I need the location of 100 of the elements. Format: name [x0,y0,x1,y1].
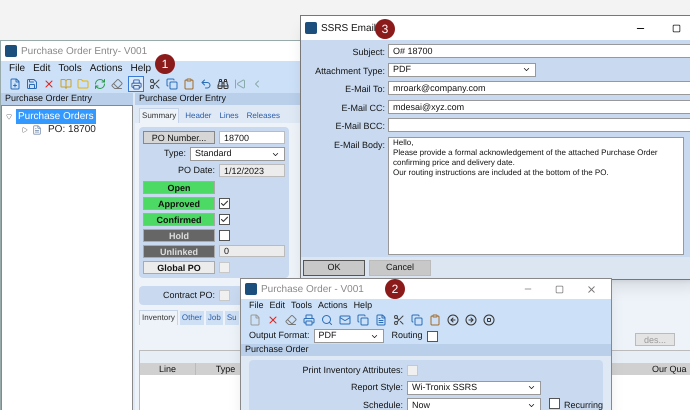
field-label: E-Mail CC: [340,102,385,114]
report-style-dropdown[interactable]: Wi-Tronix SSRS [407,380,541,394]
tree-item[interactable]: PO: 18700 [46,122,98,137]
paste-icon[interactable] [183,78,195,90]
field-label: Attachment Type: [314,64,385,78]
text-field[interactable]: mroark@company.com [388,81,690,95]
field-label: Contract PO: [162,288,215,302]
status-label: Approved [143,196,215,210]
refresh-icon[interactable] [94,78,106,90]
panel-title: Purchase Order [245,343,309,356]
copy-icon[interactable] [411,314,423,326]
caret-icon [522,65,531,74]
preview-icon[interactable] [321,314,333,326]
field-label: Recurring [564,398,604,410]
menu-item[interactable]: File [249,298,264,312]
forward-icon[interactable] [465,314,477,326]
menu-item[interactable]: Tools [58,60,82,76]
report-icon[interactable] [375,314,387,326]
app-logo-icon [245,283,257,295]
checkbox[interactable] [219,214,230,224]
expanded-triangle-icon[interactable] [6,114,12,120]
eraser-icon[interactable] [285,314,297,326]
document-icon[interactable] [249,314,261,326]
eraser-icon[interactable] [111,78,123,90]
tab[interactable]: Releases [244,109,282,123]
attachment-type-dropdown[interactable]: PDF [388,62,536,76]
menu-item[interactable]: Edit [270,298,286,312]
delete-icon[interactable] [267,314,279,326]
status-label: Open [143,180,215,194]
po-number-button[interactable]: PO Number... [143,131,215,144]
text-field[interactable] [388,118,690,132]
field-label: E-Mail BCC: [334,120,385,133]
paste-icon[interactable] [429,314,441,326]
delete-icon[interactable] [43,78,55,90]
field-label: Subject: [351,46,385,59]
email-icon[interactable] [339,314,351,326]
checkbox[interactable] [219,230,230,240]
document-icon [32,124,42,134]
binoculars-icon[interactable] [217,78,229,90]
app-logo-icon [305,22,317,34]
field-label: PO Date: [178,164,215,177]
po-number-field[interactable]: 18700 [219,131,285,144]
back-icon[interactable] [447,314,459,326]
menu-item[interactable]: File [9,60,26,76]
printer-icon[interactable] [303,314,315,326]
checkbox[interactable] [426,330,438,342]
dialog-button[interactable]: Cancel [369,260,431,276]
unlinked-field[interactable]: 0 [219,245,285,257]
window-title: SSRS Email [321,22,378,36]
tab[interactable]: Job [206,311,223,325]
field-label: Schedule: [362,398,403,410]
type-dropdown[interactable]: Standard [190,147,285,161]
field-label: Routing [392,329,423,342]
menu-item[interactable]: Tools [291,298,312,312]
tab[interactable]: Inventory [139,310,178,325]
cut-icon[interactable] [393,314,405,326]
text-field[interactable]: O# 18700 [388,44,690,58]
close-icon[interactable] [586,284,597,294]
menu-item[interactable]: Help [130,60,152,76]
menu-item[interactable]: Help [354,298,372,312]
copy-icon[interactable] [357,314,369,326]
collapsed-triangle-icon[interactable] [22,126,28,132]
checkbox[interactable] [219,198,230,208]
status-label: Unlinked [143,244,215,258]
schedule-dropdown[interactable]: Now [407,398,541,410]
maximize-icon[interactable] [672,24,681,32]
save-icon[interactable] [26,78,38,90]
new-file-icon[interactable] [9,78,21,90]
tab[interactable]: Other [180,311,204,325]
checkbox[interactable] [549,398,560,408]
tab[interactable]: Header [183,109,214,123]
output-format-dropdown[interactable]: PDF [314,329,384,343]
dialog-button[interactable]: OK [303,260,365,276]
tab[interactable]: Summary [139,108,180,123]
menu-item[interactable]: Edit [33,60,50,76]
copy-icon[interactable] [166,78,178,90]
po-date-field[interactable]: 1/12/2023 [219,164,285,178]
email-body-field[interactable]: Hello, Please provide a formal acknowledgement of the attached Purchase Order confirming price and delivery date. Our routing instructions are included at the bottom of the PO. [388,136,684,254]
panel-title: Purchase Order Entry [139,92,226,106]
tab[interactable]: Lines [217,109,241,123]
text-field[interactable]: mdesai@xyz.com [388,100,690,114]
field-label: E-Mail Body: [332,138,385,152]
panel-title: Purchase Order Entry [5,92,92,106]
status-label: Global PO [143,260,215,274]
menu-item[interactable]: Actions [90,60,123,76]
menu-item[interactable]: Actions [318,298,348,312]
printer-icon [130,78,142,90]
tab[interactable]: Su [224,311,239,325]
undo-icon[interactable] [200,78,212,90]
field-label: Output Format: [249,329,310,342]
field-label: Type: [164,147,186,160]
window-title: Purchase Order Entry- V001 [21,44,148,58]
field-label: Report Style: [350,380,403,394]
field-label: Print Inventory Attributes: [301,364,403,377]
status-label: Hold [143,228,215,242]
cut-icon[interactable] [149,78,161,90]
stop-icon[interactable] [483,314,495,326]
field-label: E-Mail To: [344,83,385,96]
print-button[interactable] [128,76,144,92]
status-label: Confirmed [143,212,215,226]
